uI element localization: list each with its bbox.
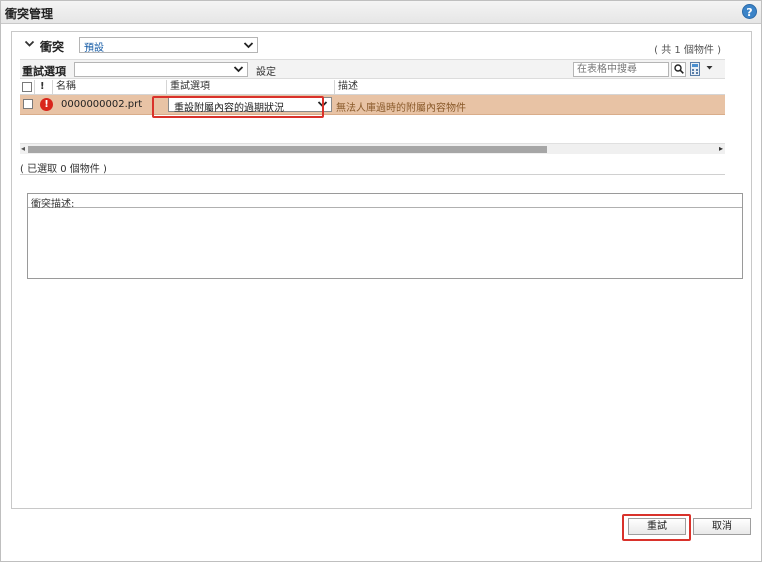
menu-dropdown-icon[interactable] bbox=[706, 64, 713, 74]
select-all-checkbox[interactable] bbox=[22, 82, 32, 92]
table-search-input[interactable] bbox=[573, 62, 669, 77]
title-bar: 衝突管理 ? bbox=[1, 1, 761, 24]
help-icon[interactable]: ? bbox=[742, 4, 757, 19]
table-row[interactable]: ! 0000000002.prt 重設附屬內容的過期狀況 無法人庫過時的附屬內容… bbox=[20, 95, 725, 115]
chevron-down-icon bbox=[233, 63, 244, 79]
view-select-value: 預設 bbox=[84, 43, 104, 54]
conflict-label: 衝突 bbox=[40, 40, 65, 54]
settings-button[interactable]: 設定 bbox=[256, 63, 276, 78]
search-button[interactable] bbox=[671, 62, 686, 77]
column-header-status[interactable]: ! bbox=[35, 80, 53, 95]
cancel-button[interactable]: 取消 bbox=[693, 518, 751, 535]
table-header: ! 名稱 重試選項 描述 bbox=[20, 80, 725, 95]
view-select[interactable]: 預設 bbox=[79, 37, 258, 55]
conflict-panel: 衝突 預設 ( 共 1 個物件 ) 重試選項 設定 在表格中搜尋 ! 名稱 重試… bbox=[11, 31, 752, 509]
row-checkbox[interactable] bbox=[23, 99, 33, 109]
calculator-icon[interactable] bbox=[690, 62, 700, 76]
object-count: ( 共 1 個物件 ) bbox=[654, 45, 721, 56]
search-icon bbox=[673, 64, 684, 74]
conflict-description-panel: 衝突描述: bbox=[27, 193, 743, 279]
error-icon: ! bbox=[40, 98, 53, 111]
annotation-highlight-retry-button bbox=[622, 514, 691, 541]
scroll-right-icon[interactable]: ▸ bbox=[719, 144, 723, 153]
select-all-cell bbox=[20, 80, 35, 95]
column-header-retry-option[interactable]: 重試選項 bbox=[167, 80, 335, 95]
conflict-management-dialog: 衝突管理 ? 衝突 預設 ( 共 1 個物件 ) 重試選項 設定 在表格中搜尋 … bbox=[0, 0, 762, 562]
retry-options-select[interactable] bbox=[74, 62, 248, 77]
chevron-down-icon[interactable] bbox=[24, 38, 35, 52]
annotation-highlight-retry-option bbox=[152, 96, 324, 118]
chevron-down-icon bbox=[243, 38, 254, 55]
selection-status: ( 已選取 0 個物件 ) bbox=[20, 157, 725, 175]
column-header-description[interactable]: 描述 bbox=[335, 80, 725, 95]
description-label: 衝突描述: bbox=[31, 199, 75, 210]
scrollbar-thumb[interactable] bbox=[28, 146, 547, 153]
row-description: 無法人庫過時的附屬內容物件 bbox=[336, 103, 466, 114]
retry-options-label: 重試選項 bbox=[22, 65, 66, 78]
column-header-name[interactable]: 名稱 bbox=[53, 80, 167, 95]
row-name: 0000000002.prt bbox=[61, 99, 143, 110]
horizontal-scrollbar[interactable]: ◂ ▸ bbox=[20, 143, 725, 154]
description-label-bar: 衝突描述: bbox=[28, 194, 742, 210]
scroll-left-icon[interactable]: ◂ bbox=[21, 144, 25, 153]
table-toolbar: 重試選項 設定 bbox=[20, 59, 725, 79]
window-title: 衝突管理 bbox=[5, 7, 54, 21]
